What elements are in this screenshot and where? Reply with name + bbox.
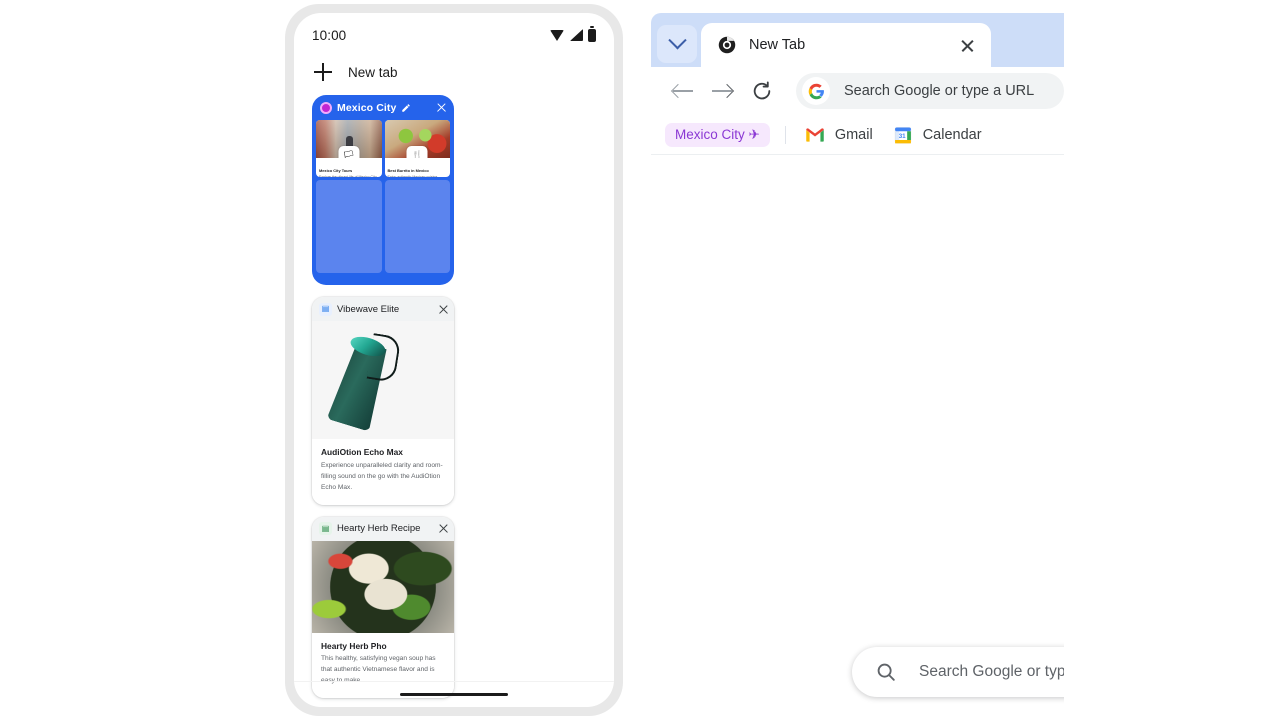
tab-card-vibewave-elite[interactable]: ▤ Vibewave Elite AudiOtion Echo Max Expe… <box>312 297 454 505</box>
mini-tab-thumbnail: 🍴 <box>384 120 450 158</box>
pencil-icon[interactable] <box>401 103 411 113</box>
status-bar: 10:00 <box>294 13 614 57</box>
svg-text:31: 31 <box>898 132 905 139</box>
speaker-strap-shape <box>366 333 402 383</box>
bookmarks-bar: Mexico City ✈ Gmail 31 Calendar <box>651 115 1064 155</box>
bookmark-separator <box>784 125 786 144</box>
browser-toolbar: Search Google or type a URL <box>651 67 1064 115</box>
chrome-icon <box>718 36 736 54</box>
ntp-search-placeholder: Search Google or type a URL <box>919 663 1064 680</box>
tab-card-header: ▤ Hearty Herb Recipe <box>312 516 454 541</box>
gmail-icon <box>806 127 824 142</box>
mini-tab-title: Mexico City Tours <box>319 168 353 173</box>
back-arrow-icon[interactable] <box>673 81 693 101</box>
mini-tab-card[interactable]: 🍴 Best Burrito in Mexico Enjoy authentic… <box>384 120 451 177</box>
tab-group-title: Mexico City <box>337 101 397 114</box>
close-tab-icon[interactable] <box>438 523 449 534</box>
tab-group-card-mexico-city[interactable]: Mexico City 🏳 Mexico City Tours Explore … <box>312 95 454 285</box>
bookmark-calendar[interactable]: 31 Calendar <box>889 125 986 145</box>
screen: 10:00 New tab Mexico City 🏳 Mexico City … <box>0 0 1280 720</box>
signal-icon <box>570 29 583 41</box>
tab-group-header: Mexico City <box>312 95 454 120</box>
phone-screen: 10:00 New tab Mexico City 🏳 Mexico City … <box>294 13 614 707</box>
omnibox[interactable]: Search Google or type a URL <box>796 73 1064 109</box>
gesture-navigation-bar <box>294 681 614 707</box>
new-tab-page: Search Google or type a URL <box>651 155 1064 720</box>
bookmark-gmail[interactable]: Gmail <box>801 125 877 145</box>
tab-card-header: ▤ Vibewave Elite <box>312 297 454 321</box>
bookmark-label: Gmail <box>834 126 873 143</box>
mini-tab-description: Explore the vibrant life of Mexico City,… <box>319 174 378 177</box>
status-icons <box>550 26 596 42</box>
tab-card-hearty-herb-recipe[interactable]: ▤ Hearty Herb Recipe Hearty Herb Pho Thi… <box>312 516 454 699</box>
bookmark-mexico-city[interactable]: Mexico City ✈ <box>665 122 770 147</box>
tab-strip: New Tab <box>651 13 1064 67</box>
tab-card-title: Hearty Herb Recipe <box>337 523 421 535</box>
omnibox-placeholder: Search Google or type a URL <box>844 83 1035 99</box>
product-headline: AudiOtion Echo Max <box>321 447 403 457</box>
google-g-icon <box>802 77 830 105</box>
mini-tab-meta: Mexico City Tours Explore the vibrant li… <box>316 158 382 177</box>
tab-switcher-grid: Mexico City 🏳 Mexico City Tours Explore … <box>294 95 614 699</box>
battery-icon <box>588 26 596 42</box>
new-tab-button[interactable]: New tab <box>294 57 614 95</box>
close-tab-icon[interactable] <box>960 38 975 53</box>
speaker-favicon-icon: ▤ <box>319 302 332 316</box>
tab-group-row-2 <box>312 177 454 273</box>
restaurant-badge-icon: 🍴 <box>406 146 428 158</box>
phone-device-frame: 10:00 New tab Mexico City 🏳 Mexico City … <box>285 4 623 716</box>
mini-tab-title: Best Burrito in Mexico <box>387 168 429 173</box>
close-group-icon[interactable] <box>436 102 447 113</box>
new-tab-label: New tab <box>348 64 398 80</box>
tab-card-meta: AudiOtion Echo Max Experience unparallel… <box>312 439 454 505</box>
recipe-favicon-icon: ▤ <box>319 522 332 536</box>
plus-icon <box>314 63 332 81</box>
chevron-down-icon <box>667 30 687 49</box>
mini-tab-placeholder[interactable] <box>316 180 382 273</box>
mini-tab-meta: Best Burrito in Mexico Enjoy authentic M… <box>385 158 451 177</box>
tab-search-button[interactable] <box>657 25 697 63</box>
mini-tab-placeholder[interactable] <box>384 180 450 273</box>
ntp-search-box[interactable]: Search Google or type a URL <box>852 647 1064 697</box>
group-color-dot-icon <box>320 101 332 114</box>
place-badge-icon: 🏳 <box>338 146 360 158</box>
tab-card-title: Vibewave Elite <box>337 303 400 315</box>
browser-tab-new-tab[interactable]: New Tab <box>701 23 991 67</box>
product-image <box>312 321 454 439</box>
magnifier-icon <box>877 663 895 681</box>
mini-tab-thumbnail: 🏳 <box>316 120 382 158</box>
reload-icon[interactable] <box>751 80 773 102</box>
recipe-headline: Hearty Herb Pho <box>321 640 387 651</box>
calendar-icon: 31 <box>894 126 911 144</box>
close-tab-icon[interactable] <box>438 304 449 315</box>
mini-tab-description: Enjoy authentic Mexican cuisine without … <box>387 174 438 177</box>
browser-window: New Tab Search Google or type a URL Mexi… <box>651 13 1064 720</box>
forward-arrow-icon[interactable] <box>712 81 732 101</box>
bookmark-label: Mexico City ✈ <box>675 126 760 142</box>
status-time: 10:00 <box>312 27 347 43</box>
product-description: Experience unparalleled clarity and room… <box>321 461 443 491</box>
bookmark-label: Calendar <box>922 126 982 143</box>
mini-tab-card[interactable]: 🏳 Mexico City Tours Explore the vibrant … <box>316 120 382 177</box>
wifi-icon <box>550 29 565 41</box>
browser-tab-title: New Tab <box>749 37 806 53</box>
recipe-image <box>312 540 454 633</box>
home-gesture-pill[interactable] <box>400 693 508 696</box>
tab-group-row-1: 🏳 Mexico City Tours Explore the vibrant … <box>312 120 454 177</box>
